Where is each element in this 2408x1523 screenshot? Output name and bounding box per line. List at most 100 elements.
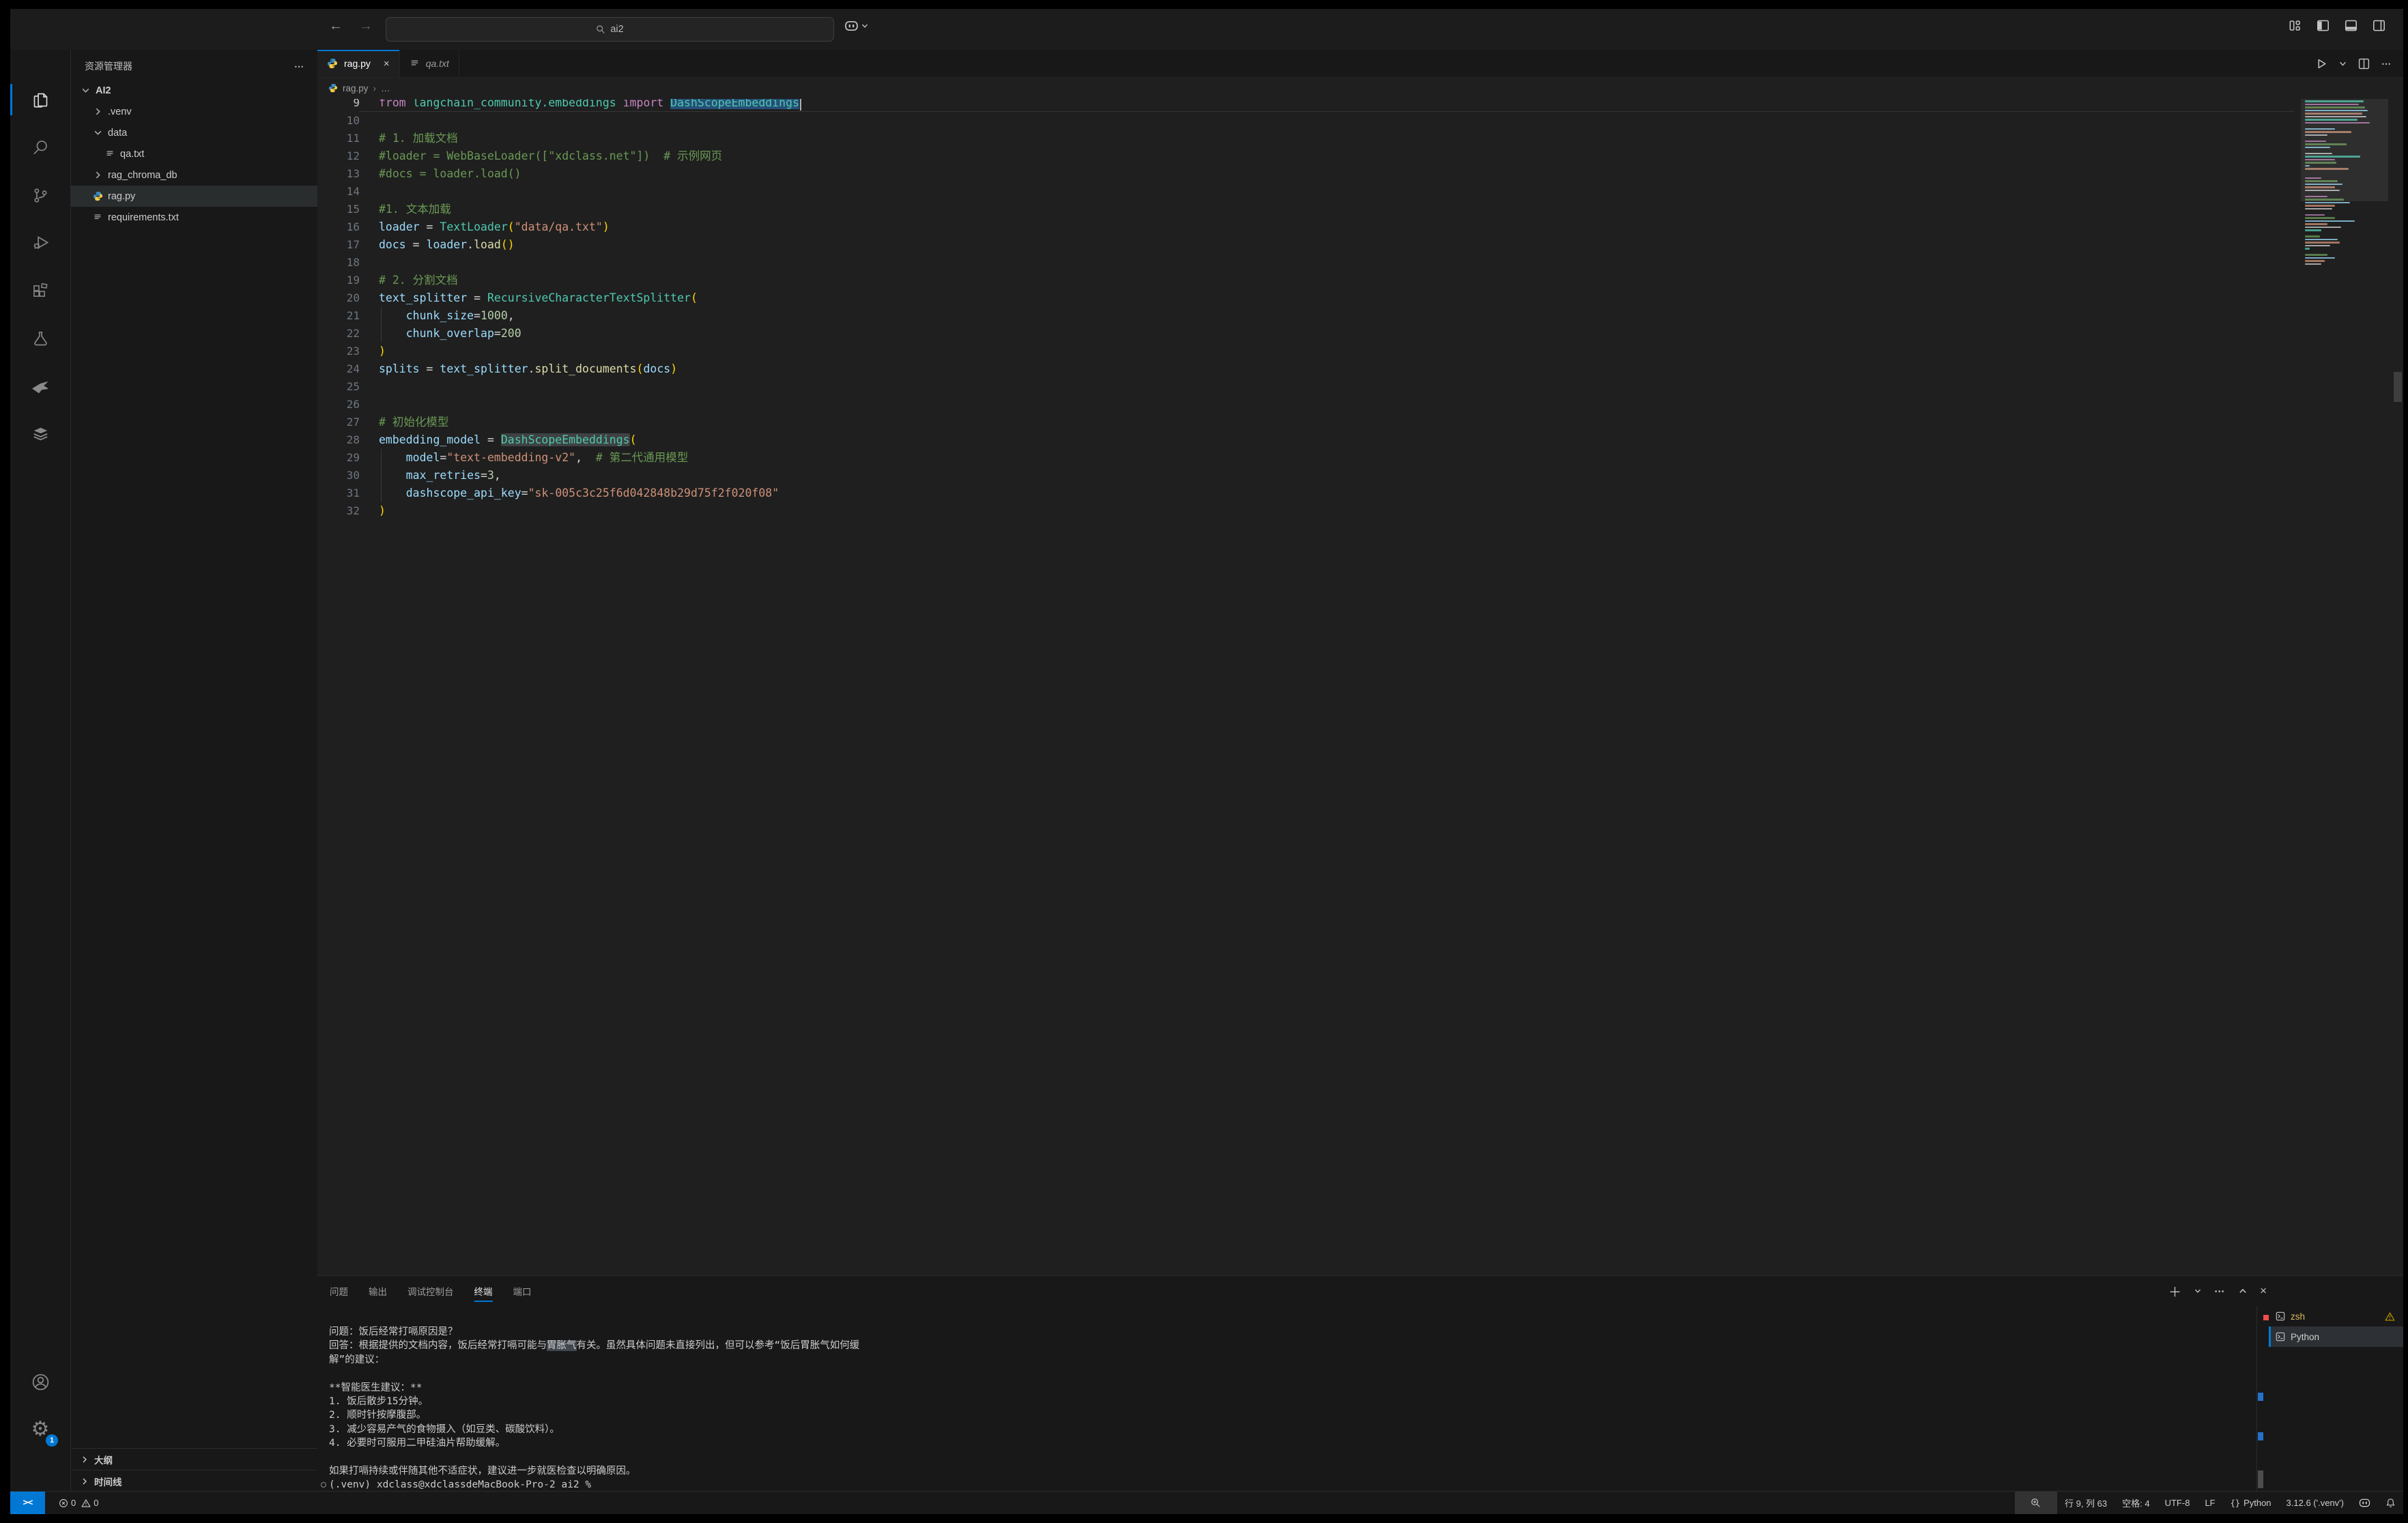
code-line-18[interactable]: 18 <box>317 254 2403 272</box>
tab-rag-py[interactable]: rag.py × <box>317 50 400 77</box>
zoom-status[interactable] <box>2015 1492 2057 1514</box>
tree-item-ai2[interactable]: AI2 <box>71 80 317 101</box>
cursor-position[interactable]: 行 9, 列 63 <box>2057 1492 2115 1514</box>
code-line-9[interactable]: 9from langchain_community.embeddings imp… <box>317 99 2403 112</box>
code-line-12[interactable]: 12#loader = WebBaseLoader(["xdclass.net"… <box>317 147 2403 165</box>
panel-more-icon[interactable]: ⋯ <box>2214 1285 2226 1297</box>
toggle-panel-icon[interactable] <box>2345 19 2357 32</box>
terminal-item-zsh[interactable]: zsh <box>2269 1306 2403 1326</box>
close-tab-icon[interactable]: × <box>384 58 390 70</box>
command-center-search[interactable]: ai2 <box>386 17 834 42</box>
panel-tab-debug-console[interactable]: 调试控制台 <box>407 1276 454 1306</box>
tree-item--venv[interactable]: .venv <box>71 101 317 122</box>
split-editor-icon[interactable] <box>2358 58 2370 70</box>
panel-tab-terminal[interactable]: 终端 <box>474 1276 493 1306</box>
sidebar-title: 资源管理器 <box>85 59 132 73</box>
code-line-32[interactable]: 32) <box>317 502 2403 520</box>
outline-section[interactable]: 大纲 <box>71 1448 317 1470</box>
explorer-icon[interactable] <box>10 78 70 121</box>
code-line-26[interactable]: 26 <box>317 396 2403 414</box>
problems-status[interactable]: 0 0 <box>53 1492 104 1514</box>
terminal-view[interactable]: 问题：饭后经常打嗝原因是？回答：根据提供的文档内容，饭后经常打嗝可能与胃胀气有关… <box>317 1306 2267 1492</box>
maximize-panel-icon[interactable] <box>2239 1287 2247 1295</box>
tree-item-data[interactable]: data <box>71 122 317 143</box>
copilot-menu-button[interactable] <box>844 20 868 32</box>
editor-scrollbar[interactable] <box>2394 99 2402 1276</box>
code-line-22[interactable]: 22 chunk_overlap=200 <box>317 325 2403 343</box>
more-actions-icon[interactable]: ⋯ <box>2381 58 2392 70</box>
run-dropdown-icon[interactable] <box>2339 60 2347 68</box>
code-line-15[interactable]: 15#1. 文本加载 <box>317 201 2403 218</box>
run-button-icon[interactable] <box>2316 58 2327 70</box>
copilot-view-icon[interactable] <box>10 365 70 407</box>
indentation[interactable]: 空格: 4 <box>2115 1492 2157 1514</box>
code-line-14[interactable]: 14 <box>317 183 2403 201</box>
line-number: 15 <box>317 201 360 218</box>
code-line-13[interactable]: 13#docs = loader.load() <box>317 165 2403 183</box>
line-number: 16 <box>317 218 360 236</box>
code-line-31[interactable]: 31 dashscope_api_key="sk-005c3c25f6d0428… <box>317 484 2403 502</box>
terminal-scrollbar[interactable] <box>2258 1470 2263 1488</box>
code-line-17[interactable]: 17docs = loader.load() <box>317 236 2403 254</box>
toggle-secondary-sidebar-icon[interactable] <box>2373 19 2385 32</box>
terminal-dropdown-icon[interactable] <box>2194 1288 2201 1294</box>
tree-item-qa-txt[interactable]: qa.txt <box>71 143 317 164</box>
terminal-item-python[interactable]: Python <box>2269 1326 2403 1347</box>
code-line-10[interactable]: 10 <box>317 112 2403 130</box>
sidebar-more-icon[interactable]: ⋯ <box>294 61 305 72</box>
code-line-27[interactable]: 27# 初始化模型 <box>317 414 2403 431</box>
code-line-30[interactable]: 30 max_retries=3, <box>317 467 2403 484</box>
code-line-29[interactable]: 29 model="text-embedding-v2", # 第二代通用模型 <box>317 449 2403 467</box>
tree-item-requirements-txt[interactable]: requirements.txt <box>71 207 317 228</box>
copilot-status-icon[interactable] <box>2351 1492 2378 1514</box>
source-control-icon[interactable] <box>10 174 70 216</box>
search-view-icon[interactable] <box>10 126 70 169</box>
language-mode[interactable]: {} Python <box>2223 1492 2279 1514</box>
code-line-24[interactable]: 24splits = text_splitter.split_documents… <box>317 360 2403 378</box>
terminal-icon <box>2276 1332 2285 1341</box>
code-line-23[interactable]: 23) <box>317 343 2403 360</box>
timeline-section[interactable]: 时间线 <box>71 1470 317 1492</box>
tree-item-rag-py[interactable]: rag.py <box>71 186 317 207</box>
python-interpreter[interactable]: 3.12.6 ('.venv') <box>2279 1492 2351 1514</box>
remote-indicator[interactable]: >< <box>10 1492 45 1514</box>
panel-tab-problems[interactable]: 问题 <box>330 1276 348 1306</box>
layers-icon[interactable] <box>10 413 70 455</box>
breadcrumb-more[interactable]: … <box>381 83 390 93</box>
code-line-19[interactable]: 19# 2. 分割文档 <box>317 272 2403 289</box>
settings-gear-icon[interactable]: ⚙ 1 <box>10 1408 70 1451</box>
nav-back-icon[interactable]: ← <box>329 18 343 34</box>
tree-item-rag-chroma-db[interactable]: rag_chroma_db <box>71 164 317 186</box>
testing-icon[interactable] <box>10 317 70 360</box>
code-line-20[interactable]: 20text_splitter = RecursiveCharacterText… <box>317 289 2403 307</box>
code-line-25[interactable]: 25 <box>317 378 2403 396</box>
code-editor[interactable]: 9from langchain_community.embeddings imp… <box>317 99 2403 1276</box>
copilot-icon <box>844 20 859 32</box>
close-panel-icon[interactable]: × <box>2260 1284 2267 1298</box>
code-line-11[interactable]: 11# 1. 加载文档 <box>317 130 2403 147</box>
code-line-16[interactable]: 16loader = TextLoader("data/qa.txt") <box>317 218 2403 236</box>
panel-tab-ports[interactable]: 端口 <box>513 1276 532 1306</box>
code-line-21[interactable]: 21 chunk_size=1000, <box>317 307 2403 325</box>
encoding[interactable]: UTF-8 <box>2158 1492 2198 1514</box>
tab-qa-txt[interactable]: qa.txt <box>400 50 459 77</box>
toggle-sidebar-icon[interactable] <box>2317 19 2330 32</box>
run-debug-icon[interactable] <box>10 222 70 264</box>
breadcrumb-file[interactable]: rag.py <box>343 83 369 93</box>
extensions-icon[interactable] <box>10 270 70 312</box>
command-decoration-icon[interactable] <box>321 1482 326 1488</box>
code-line-28[interactable]: 28embedding_model = DashScopeEmbeddings( <box>317 431 2403 449</box>
terminal-line <box>329 1367 2239 1380</box>
panel-tab-output[interactable]: 输出 <box>369 1276 387 1306</box>
breadcrumb[interactable]: rag.py › … <box>317 77 2403 99</box>
activity-bar: ⚙ 1 <box>10 50 71 1492</box>
nav-forward-icon[interactable]: → <box>359 18 373 34</box>
customize-layout-icon[interactable] <box>2289 19 2302 32</box>
new-terminal-icon[interactable]: ＋ <box>2168 1282 2181 1301</box>
minimap[interactable] <box>2301 99 2388 1276</box>
notifications-bell-icon[interactable] <box>2378 1492 2403 1514</box>
line-number: 22 <box>317 325 360 343</box>
account-icon[interactable] <box>10 1361 70 1403</box>
eol[interactable]: LF <box>2197 1492 2222 1514</box>
terminal-icon <box>2276 1311 2285 1321</box>
